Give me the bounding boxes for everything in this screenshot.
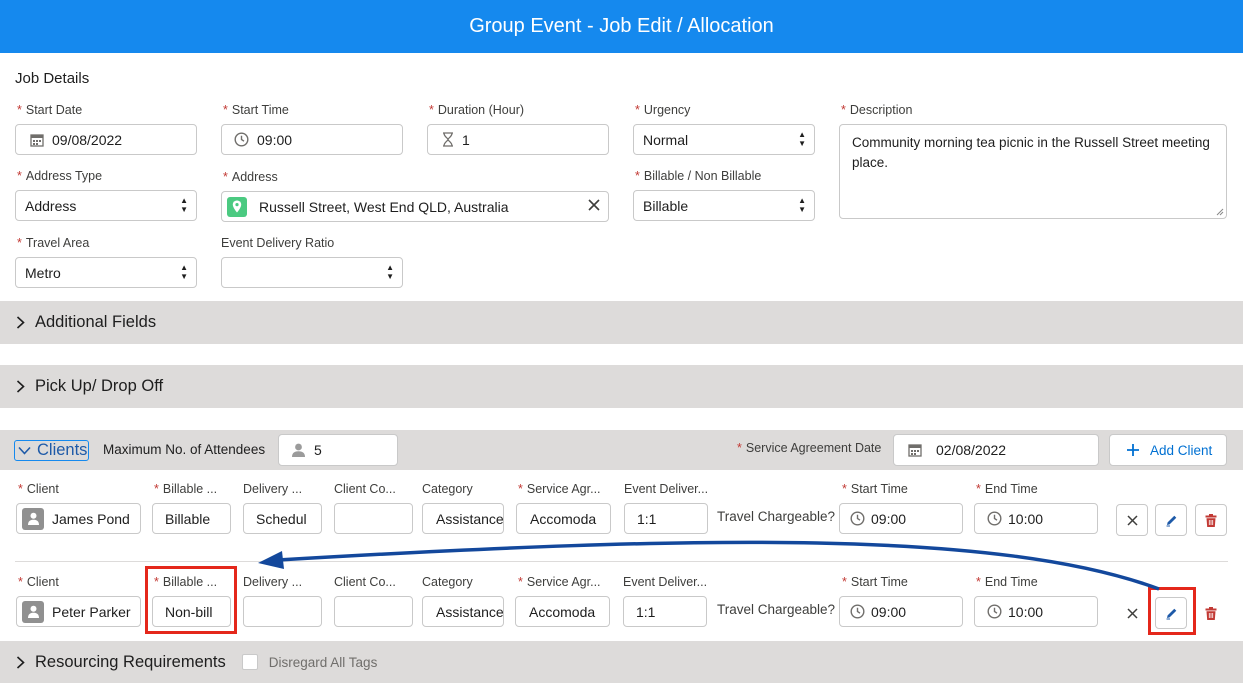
- annotation-arrow: [258, 540, 1160, 591]
